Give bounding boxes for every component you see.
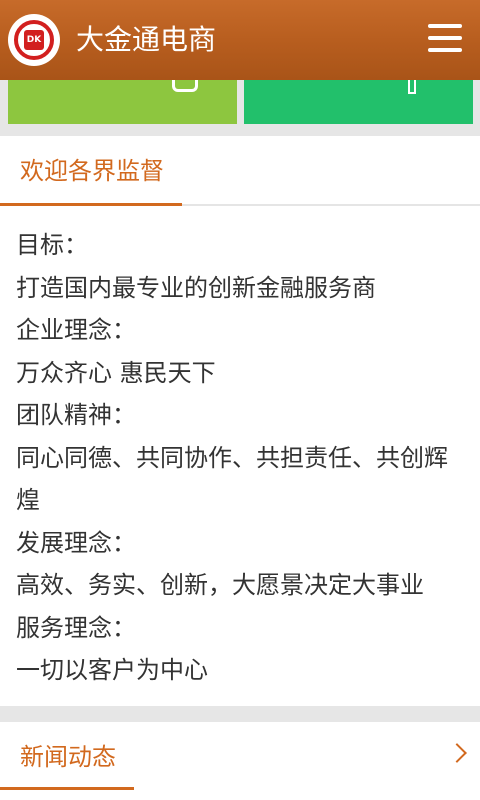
about-section-title: 欢迎各界监督 bbox=[20, 157, 164, 185]
app-title: 大金通电商 bbox=[76, 23, 217, 56]
app-logo[interactable]: DK bbox=[8, 14, 60, 66]
about-line: 目标： bbox=[16, 231, 88, 259]
news-section[interactable]: 新闻动态 bbox=[0, 722, 480, 800]
section-underline bbox=[0, 787, 134, 790]
menu-line bbox=[428, 24, 462, 28]
about-line: 一切以客户为中心 bbox=[16, 656, 208, 684]
about-line: 打造国内最专业的创新金融服务商 bbox=[16, 273, 376, 302]
logo-emblem: DK bbox=[14, 20, 54, 60]
cup-icon bbox=[172, 80, 198, 92]
hamburger-menu-icon[interactable] bbox=[428, 24, 462, 52]
menu-line bbox=[428, 36, 462, 40]
about-line: 高效、务实、创新，大愿景决定大事业 bbox=[16, 571, 424, 599]
about-line: 服务理念： bbox=[16, 613, 136, 642]
about-line: 万众齐心 惠民天下 bbox=[16, 358, 216, 387]
phone-icon bbox=[408, 80, 416, 94]
feature-tile-right[interactable] bbox=[244, 80, 473, 124]
app-header: DK 大金通电商 bbox=[0, 0, 480, 80]
about-section-header: 欢迎各界监督 bbox=[0, 136, 480, 206]
feature-tile-left[interactable] bbox=[8, 80, 237, 124]
about-line: 企业理念： bbox=[16, 316, 136, 344]
feature-tiles bbox=[0, 80, 480, 136]
about-line: 团队精神： bbox=[16, 401, 136, 429]
news-section-header: 新闻动态 bbox=[0, 722, 480, 790]
about-line: 发展理念： bbox=[16, 528, 136, 557]
logo-mark: DK bbox=[24, 30, 44, 50]
about-line: 同心同德、共同协作、共担责任、共创辉煌 bbox=[16, 443, 448, 515]
news-section-title: 新闻动态 bbox=[20, 743, 116, 771]
menu-line bbox=[428, 48, 462, 52]
about-body: 目标： 打造国内最专业的创新金融服务商 企业理念： 万众齐心 惠民天下 团队精神… bbox=[0, 206, 480, 692]
about-section: 欢迎各界监督 目标： 打造国内最专业的创新金融服务商 企业理念： 万众齐心 惠民… bbox=[0, 136, 480, 706]
section-underline bbox=[0, 203, 182, 206]
chevron-right-icon[interactable] bbox=[447, 743, 467, 763]
